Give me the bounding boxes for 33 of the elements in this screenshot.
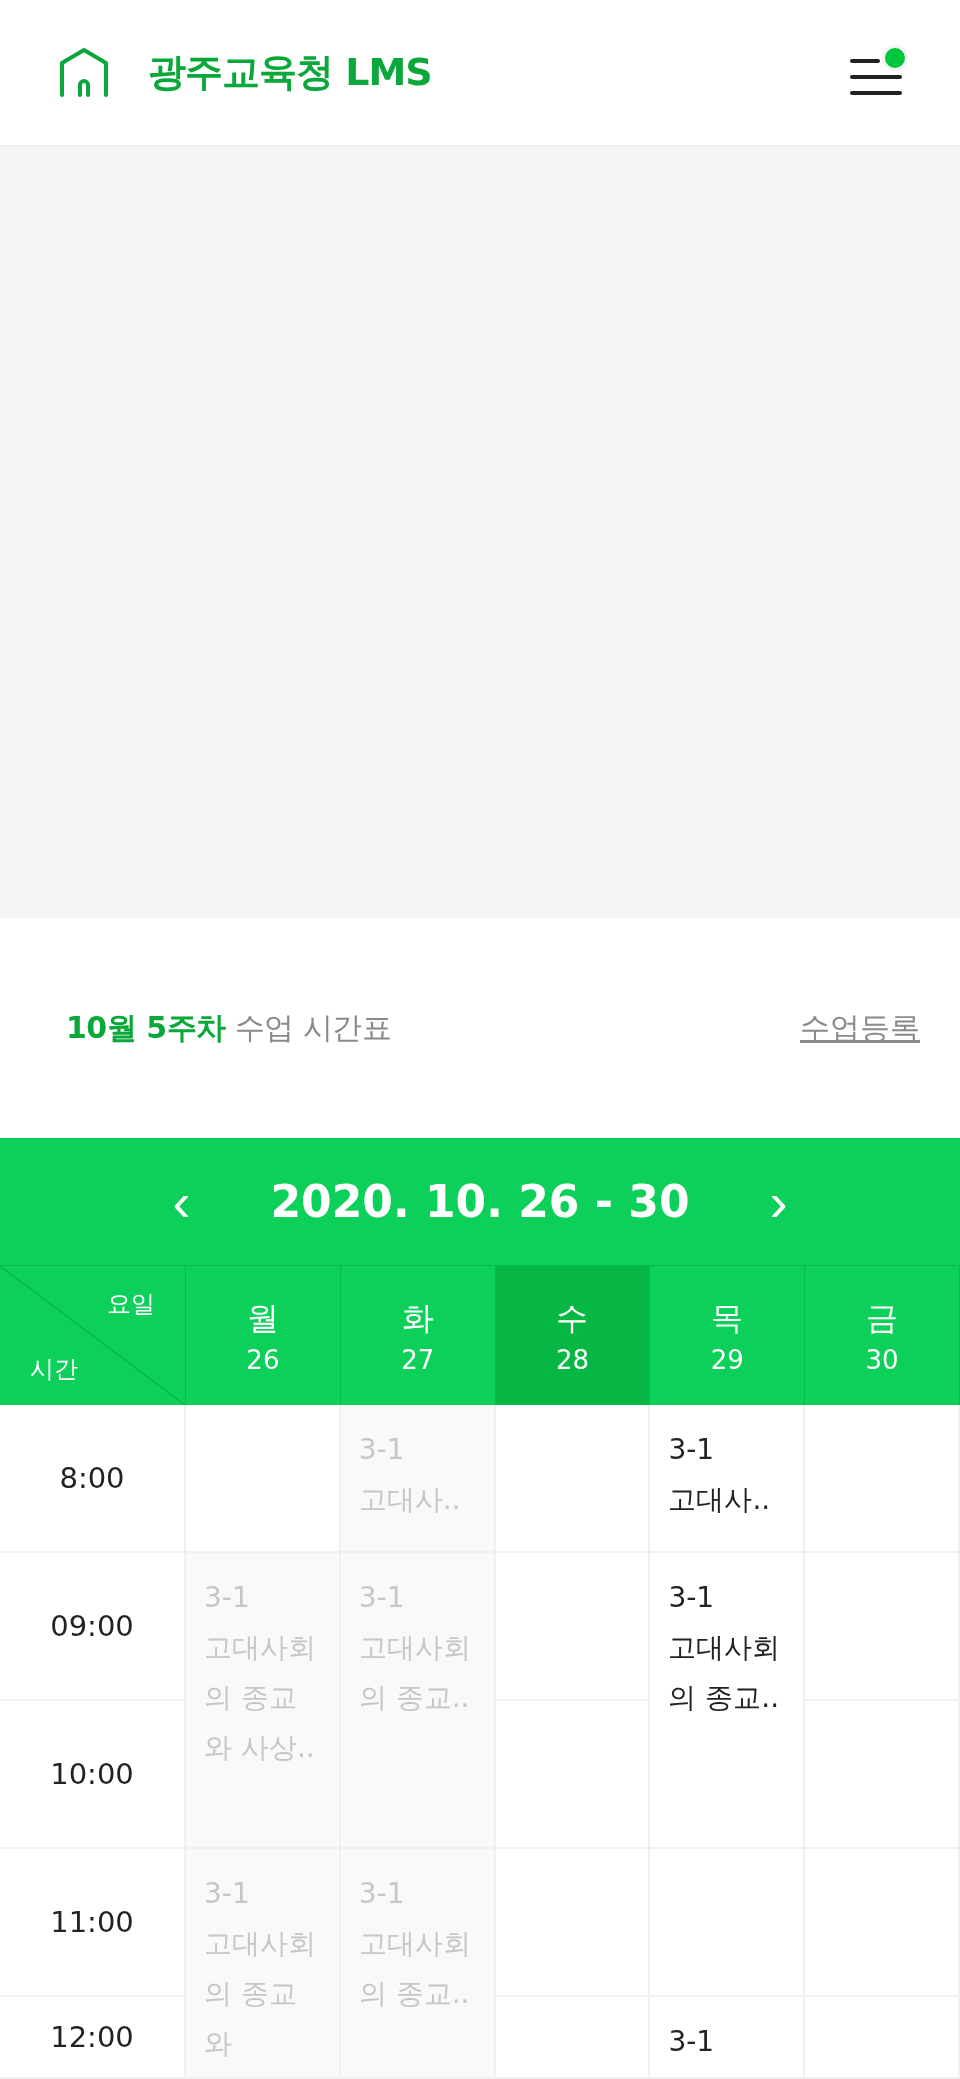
class-title: 고대사회의 종교.. [668, 1630, 782, 1716]
time-axis-label: 시간 [30, 1354, 78, 1385]
day-header[interactable]: 금 30 [805, 1265, 960, 1405]
day-date: 26 [246, 1344, 280, 1375]
prev-week-button[interactable]: ‹ [162, 1174, 201, 1229]
app-title: 광주교육청 LMS [148, 49, 432, 96]
day-name: 화 [401, 1297, 434, 1339]
next-week-button[interactable]: › [759, 1174, 798, 1229]
menu-icon [850, 56, 902, 97]
day-name: 월 [246, 1297, 279, 1339]
day-header[interactable]: 월 26 [186, 1265, 341, 1405]
class-entry[interactable]: 3-1 고대사.. [650, 1405, 806, 1553]
timetable-title: 10월 5주차 수업 시간표 [66, 1008, 392, 1047]
class-code: 3-1 [668, 2024, 716, 2060]
day-date: 28 [555, 1344, 590, 1375]
class-entry[interactable]: 3-1 고대사회의 종교.. [650, 1553, 806, 1849]
register-class-link[interactable]: 수업등록 [800, 1007, 920, 1049]
day-header[interactable]: 수 28 [495, 1265, 651, 1405]
class-title: 고대사.. [668, 1482, 772, 1518]
day-name: 금 [866, 1297, 899, 1339]
day-date: 29 [710, 1344, 744, 1375]
class-entry[interactable]: 3-1 [650, 1997, 806, 2079]
class-code: 3-1 [668, 1432, 716, 1468]
class-code: 3-1 [668, 1580, 716, 1616]
day-header[interactable]: 화 27 [340, 1265, 496, 1405]
day-date: 27 [401, 1344, 435, 1375]
day-name: 수 [556, 1297, 589, 1339]
day-name: 목 [711, 1297, 744, 1339]
day-date: 30 [865, 1344, 899, 1375]
week-range: 2020. 10. 26 - 30 [270, 1176, 690, 1227]
home-icon[interactable] [58, 46, 110, 99]
day-header[interactable]: 목 29 [650, 1265, 806, 1405]
day-axis-label: 요일 [107, 1289, 155, 1320]
